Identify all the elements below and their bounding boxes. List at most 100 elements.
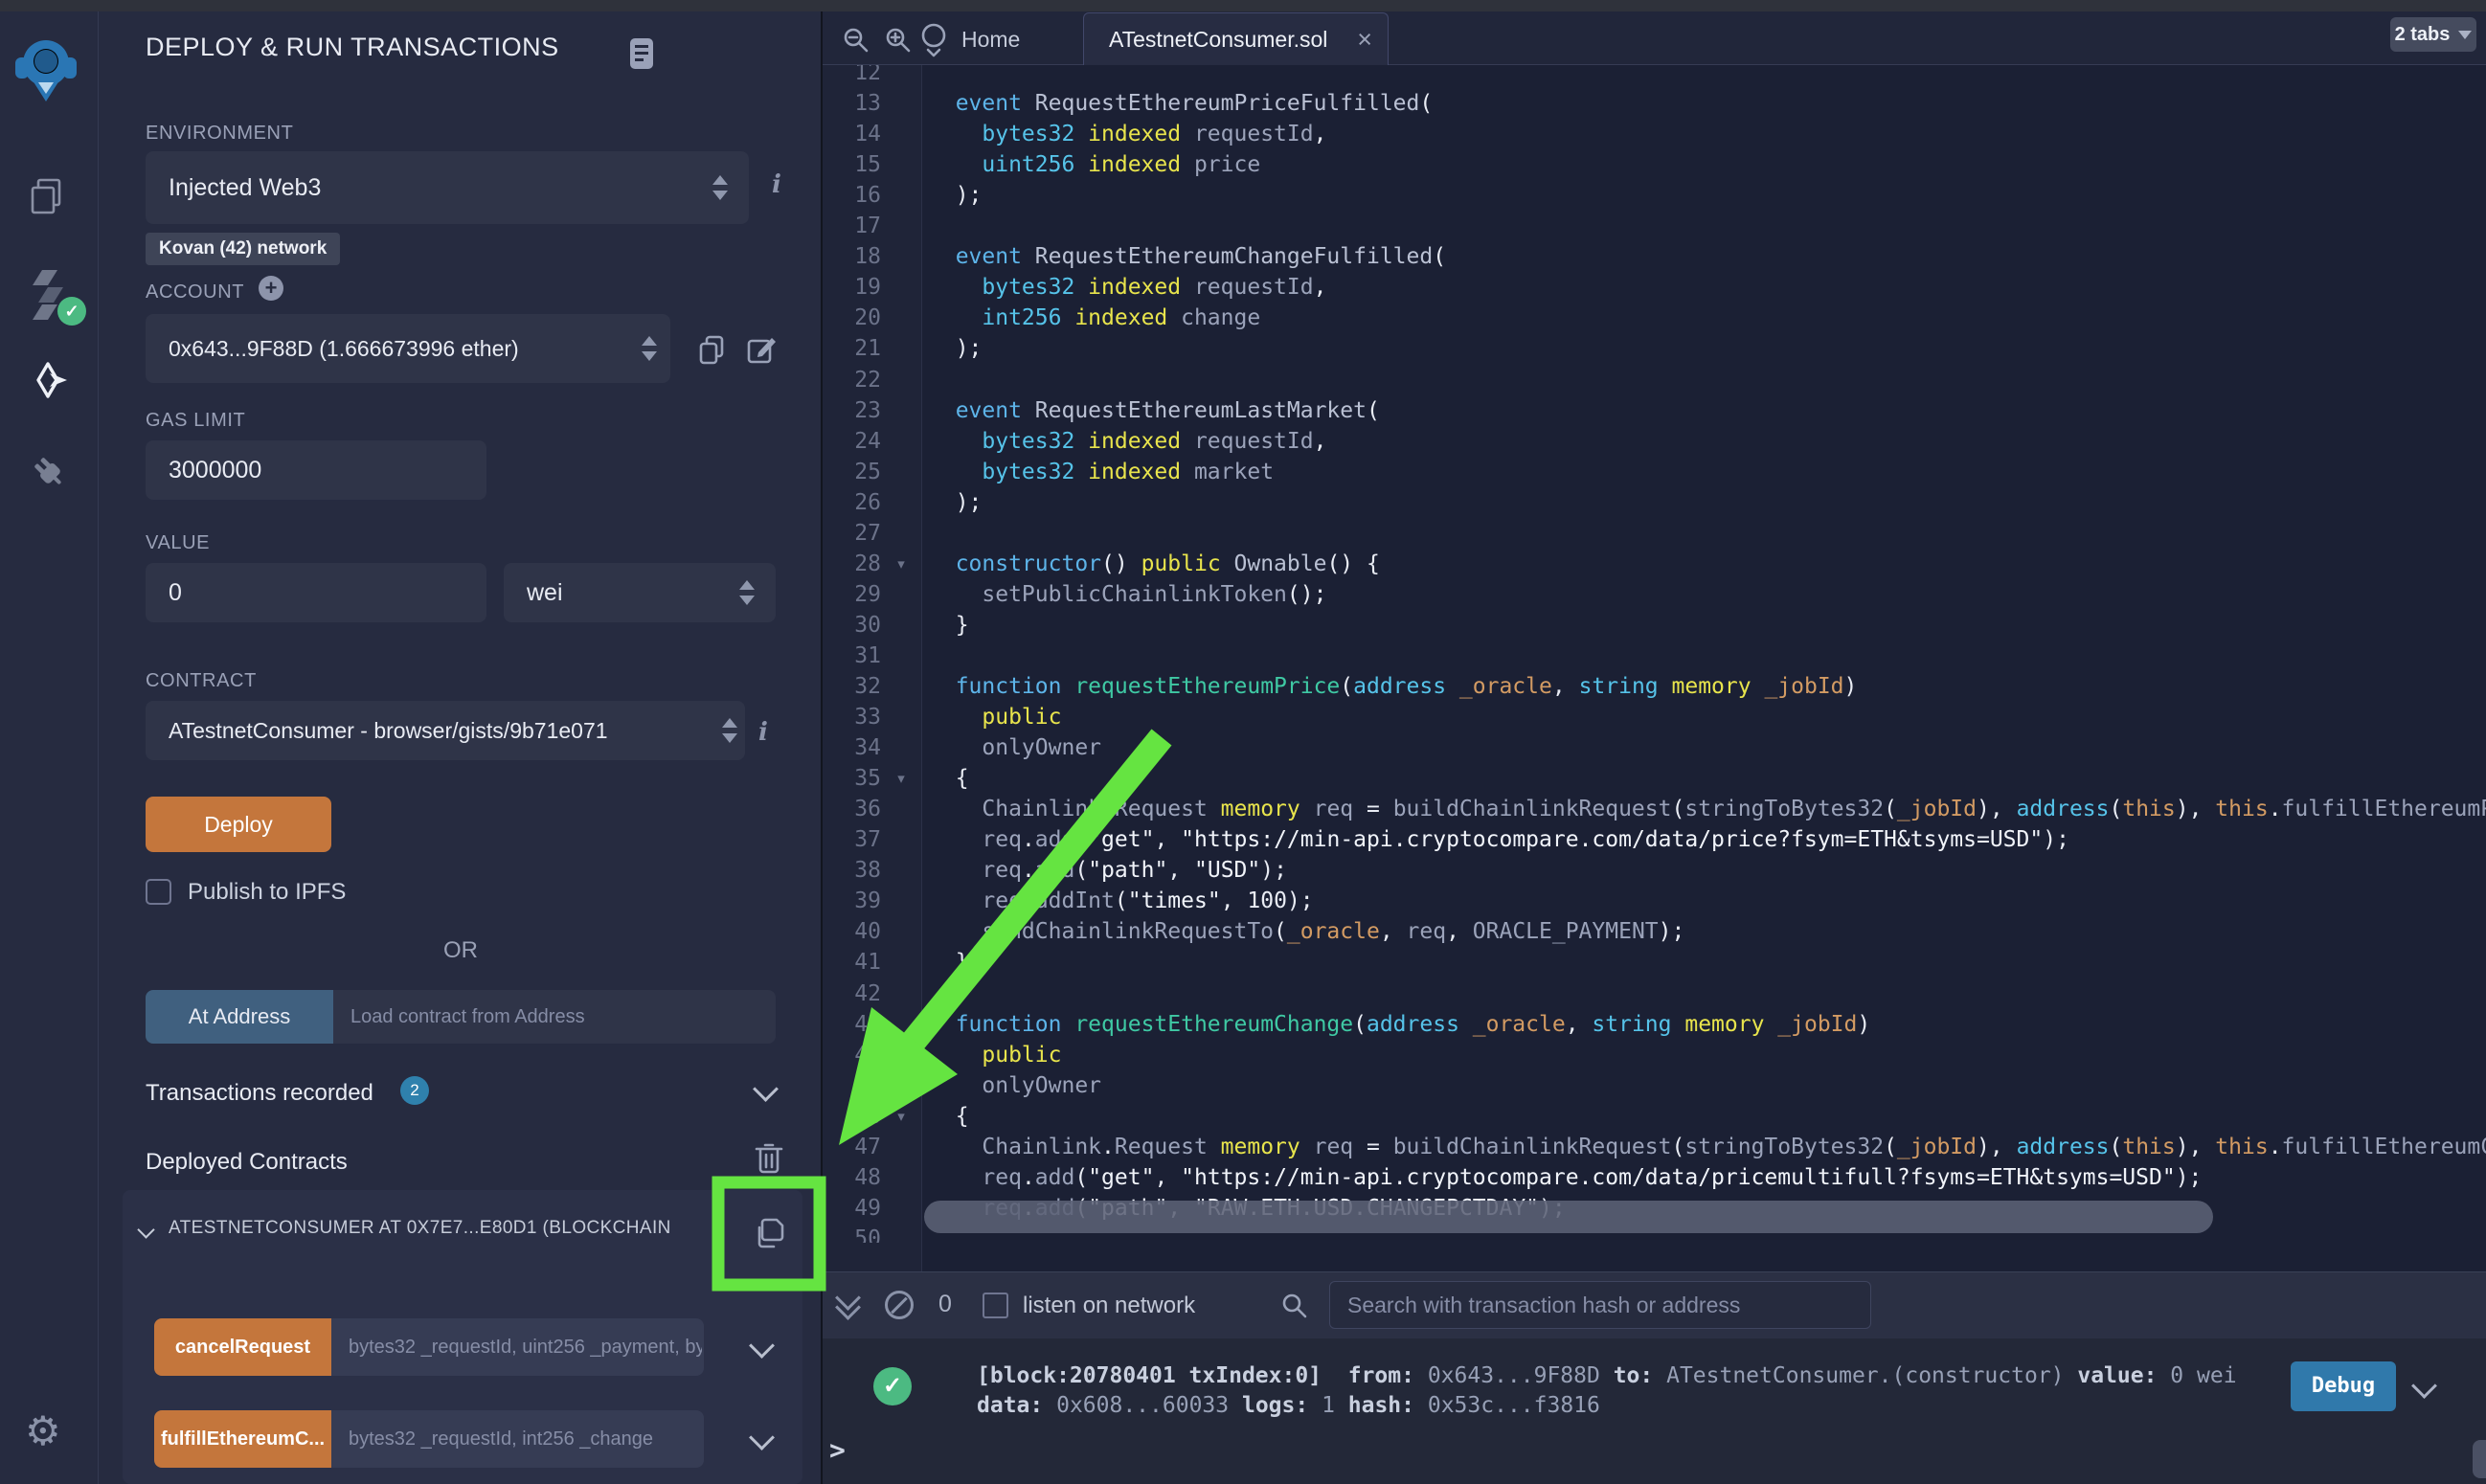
- listen-network-checkbox[interactable]: [983, 1293, 1008, 1318]
- code-line[interactable]: 22: [823, 365, 2486, 395]
- code-line[interactable]: 42: [823, 978, 2486, 1009]
- active-tab-label: ATestnetConsumer.sol: [1109, 27, 1357, 53]
- terminal-scroll-handle[interactable]: [2473, 1440, 2486, 1478]
- code-line[interactable]: 20 int256 indexed change: [823, 303, 2486, 333]
- at-address-input[interactable]: [333, 990, 776, 1044]
- cancel-request-button[interactable]: cancelRequest: [154, 1318, 331, 1376]
- solidity-compiler-icon[interactable]: ✓: [25, 268, 75, 328]
- code-line[interactable]: 29 setPublicChainlinkToken();: [823, 579, 2486, 610]
- code-line[interactable]: 45 onlyOwner: [823, 1070, 2486, 1101]
- line-number: 34: [823, 735, 881, 760]
- close-tab-icon[interactable]: ×: [1357, 27, 1372, 53]
- code-line[interactable]: 37 req.add("get", "https://min-api.crypt…: [823, 824, 2486, 855]
- code-line[interactable]: 17: [823, 211, 2486, 241]
- network-badge: Kovan (42) network: [146, 233, 340, 265]
- tab-atestnetconsumer[interactable]: ATestnetConsumer.sol ×: [1083, 12, 1389, 65]
- account-label: ACCOUNT: [146, 281, 244, 304]
- code-line[interactable]: 48 req.add("get", "https://min-api.crypt…: [823, 1162, 2486, 1193]
- code-line[interactable]: 32 function requestEthereumPrice(address…: [823, 671, 2486, 702]
- code-line[interactable]: 26 );: [823, 487, 2486, 518]
- code-line[interactable]: 24 bytes32 indexed requestId,: [823, 426, 2486, 457]
- publish-ipfs-checkbox[interactable]: [146, 879, 171, 905]
- tab-home[interactable]: Home: [917, 17, 1061, 61]
- deploy-run-icon[interactable]: [25, 356, 73, 409]
- code-line[interactable]: 39 req.addInt("times", 100);: [823, 886, 2486, 916]
- gas-limit-field[interactable]: [146, 440, 486, 500]
- editor-horizontal-scrollbar[interactable]: [924, 1201, 2213, 1233]
- code-line[interactable]: 46▾ {: [823, 1101, 2486, 1132]
- code-line[interactable]: 13 event RequestEthereumPriceFulfilled(: [823, 88, 2486, 119]
- clear-console-icon[interactable]: [885, 1291, 914, 1319]
- code-line[interactable]: 41 }: [823, 947, 2486, 978]
- terminal-collapse-icon[interactable]: [839, 1289, 857, 1316]
- tabs-count-button[interactable]: 2 tabs: [2390, 17, 2476, 52]
- clear-instances-trash-icon[interactable]: [753, 1139, 785, 1180]
- code-line[interactable]: 23 event RequestEthereumLastMarket(: [823, 395, 2486, 426]
- settings-gear-icon[interactable]: ⚙: [25, 1411, 61, 1451]
- code-line[interactable]: 33 public: [823, 702, 2486, 732]
- value-unit-select[interactable]: wei: [504, 563, 776, 622]
- fulfill-ethereum-button[interactable]: fulfillEthereumC...: [154, 1410, 331, 1468]
- editor-zoom-in-icon[interactable]: [883, 25, 914, 60]
- code-line[interactable]: 21 );: [823, 333, 2486, 364]
- environment-select[interactable]: Injected Web3: [146, 151, 749, 224]
- code-line[interactable]: 14 bytes32 indexed requestId,: [823, 119, 2486, 149]
- line-number: 19: [823, 275, 881, 300]
- code-line[interactable]: 40 sendChainlinkRequestTo(_oracle, req, …: [823, 916, 2486, 947]
- contract-info-icon[interactable]: i: [758, 718, 768, 747]
- code-line[interactable]: 35▾ {: [823, 763, 2486, 794]
- code-fold-arrow-icon[interactable]: ▾: [881, 1108, 921, 1125]
- gas-limit-input[interactable]: [146, 440, 486, 500]
- code-line[interactable]: 18 event RequestEthereumChangeFulfilled(: [823, 241, 2486, 272]
- plugin-manager-icon[interactable]: [25, 448, 73, 501]
- copy-contract-address-icon[interactable]: [752, 1214, 788, 1259]
- at-address-field[interactable]: [333, 990, 776, 1044]
- fulfill-ethereum-args-field[interactable]: [331, 1410, 704, 1468]
- code-line[interactable]: 30 }: [823, 610, 2486, 641]
- code-fold-arrow-icon[interactable]: ▾: [881, 555, 921, 573]
- contract-instance-title[interactable]: ATESTNETCONSUMER AT 0X7E7...E80D1 (BLOCK…: [169, 1218, 705, 1239]
- terminal-log-line2[interactable]: data: 0x608...60033 logs: 1 hash: 0x53c.…: [977, 1393, 1600, 1418]
- cancel-request-args-input[interactable]: [331, 1318, 704, 1376]
- code-line[interactable]: 19 bytes32 indexed requestId,: [823, 272, 2486, 303]
- value-field[interactable]: [146, 563, 486, 622]
- code-area[interactable]: 1213 event RequestEthereumPriceFulfilled…: [823, 65, 2486, 1243]
- terminal-prompt[interactable]: >: [829, 1434, 846, 1466]
- terminal-search-field[interactable]: [1329, 1281, 1871, 1329]
- cancel-request-args-field[interactable]: [331, 1318, 704, 1376]
- code-line[interactable]: 16 );: [823, 180, 2486, 211]
- code-line[interactable]: 38 req.add("path", "USD");: [823, 855, 2486, 886]
- log-segment: [block:20780401 txIndex:0]: [977, 1363, 1322, 1388]
- code-fold-arrow-icon[interactable]: ▾: [881, 770, 921, 787]
- contract-select[interactable]: ATestnetConsumer - browser/gists/9b71e07…: [146, 701, 745, 760]
- editor-zoom-out-icon[interactable]: [841, 25, 871, 60]
- code-line[interactable]: 34 onlyOwner: [823, 732, 2486, 763]
- file-explorer-icon[interactable]: [27, 176, 67, 223]
- code-line[interactable]: 43 function requestEthereumChange(addres…: [823, 1009, 2486, 1040]
- fulfill-ethereum-args-input[interactable]: [331, 1410, 704, 1468]
- deploy-button[interactable]: Deploy: [146, 797, 331, 852]
- code-line[interactable]: 27: [823, 518, 2486, 549]
- code-line[interactable]: 28▾ constructor() public Ownable() {: [823, 549, 2486, 579]
- value-input[interactable]: [146, 563, 486, 622]
- code-text: }: [921, 950, 969, 975]
- code-line[interactable]: 31: [823, 641, 2486, 671]
- account-select[interactable]: 0x643...9F88D (1.666673996 ether): [146, 314, 670, 383]
- code-line[interactable]: 44 public: [823, 1040, 2486, 1070]
- code-text: );: [921, 490, 982, 515]
- code-line[interactable]: 15 uint256 indexed price: [823, 149, 2486, 180]
- terminal-search-input[interactable]: [1330, 1282, 1870, 1328]
- environment-info-icon[interactable]: i: [772, 170, 781, 199]
- code-line[interactable]: 47 Chainlink.Request memory req = buildC…: [823, 1132, 2486, 1162]
- code-line[interactable]: 12: [823, 65, 2486, 88]
- copy-account-icon[interactable]: [695, 333, 728, 372]
- at-address-button[interactable]: At Address: [146, 990, 333, 1044]
- code-line[interactable]: 36 Chainlink.Request memory req = buildC…: [823, 794, 2486, 824]
- add-account-icon[interactable]: +: [259, 276, 283, 301]
- home-tab-icon: [917, 21, 950, 57]
- debug-button[interactable]: Debug: [2291, 1361, 2396, 1411]
- terminal-log-line1[interactable]: [block:20780401 txIndex:0] from: 0x643..…: [977, 1363, 2237, 1388]
- edit-account-icon[interactable]: [745, 333, 778, 372]
- log-segment: data:: [977, 1393, 1043, 1418]
- code-line[interactable]: 25 bytes32 indexed market: [823, 457, 2486, 487]
